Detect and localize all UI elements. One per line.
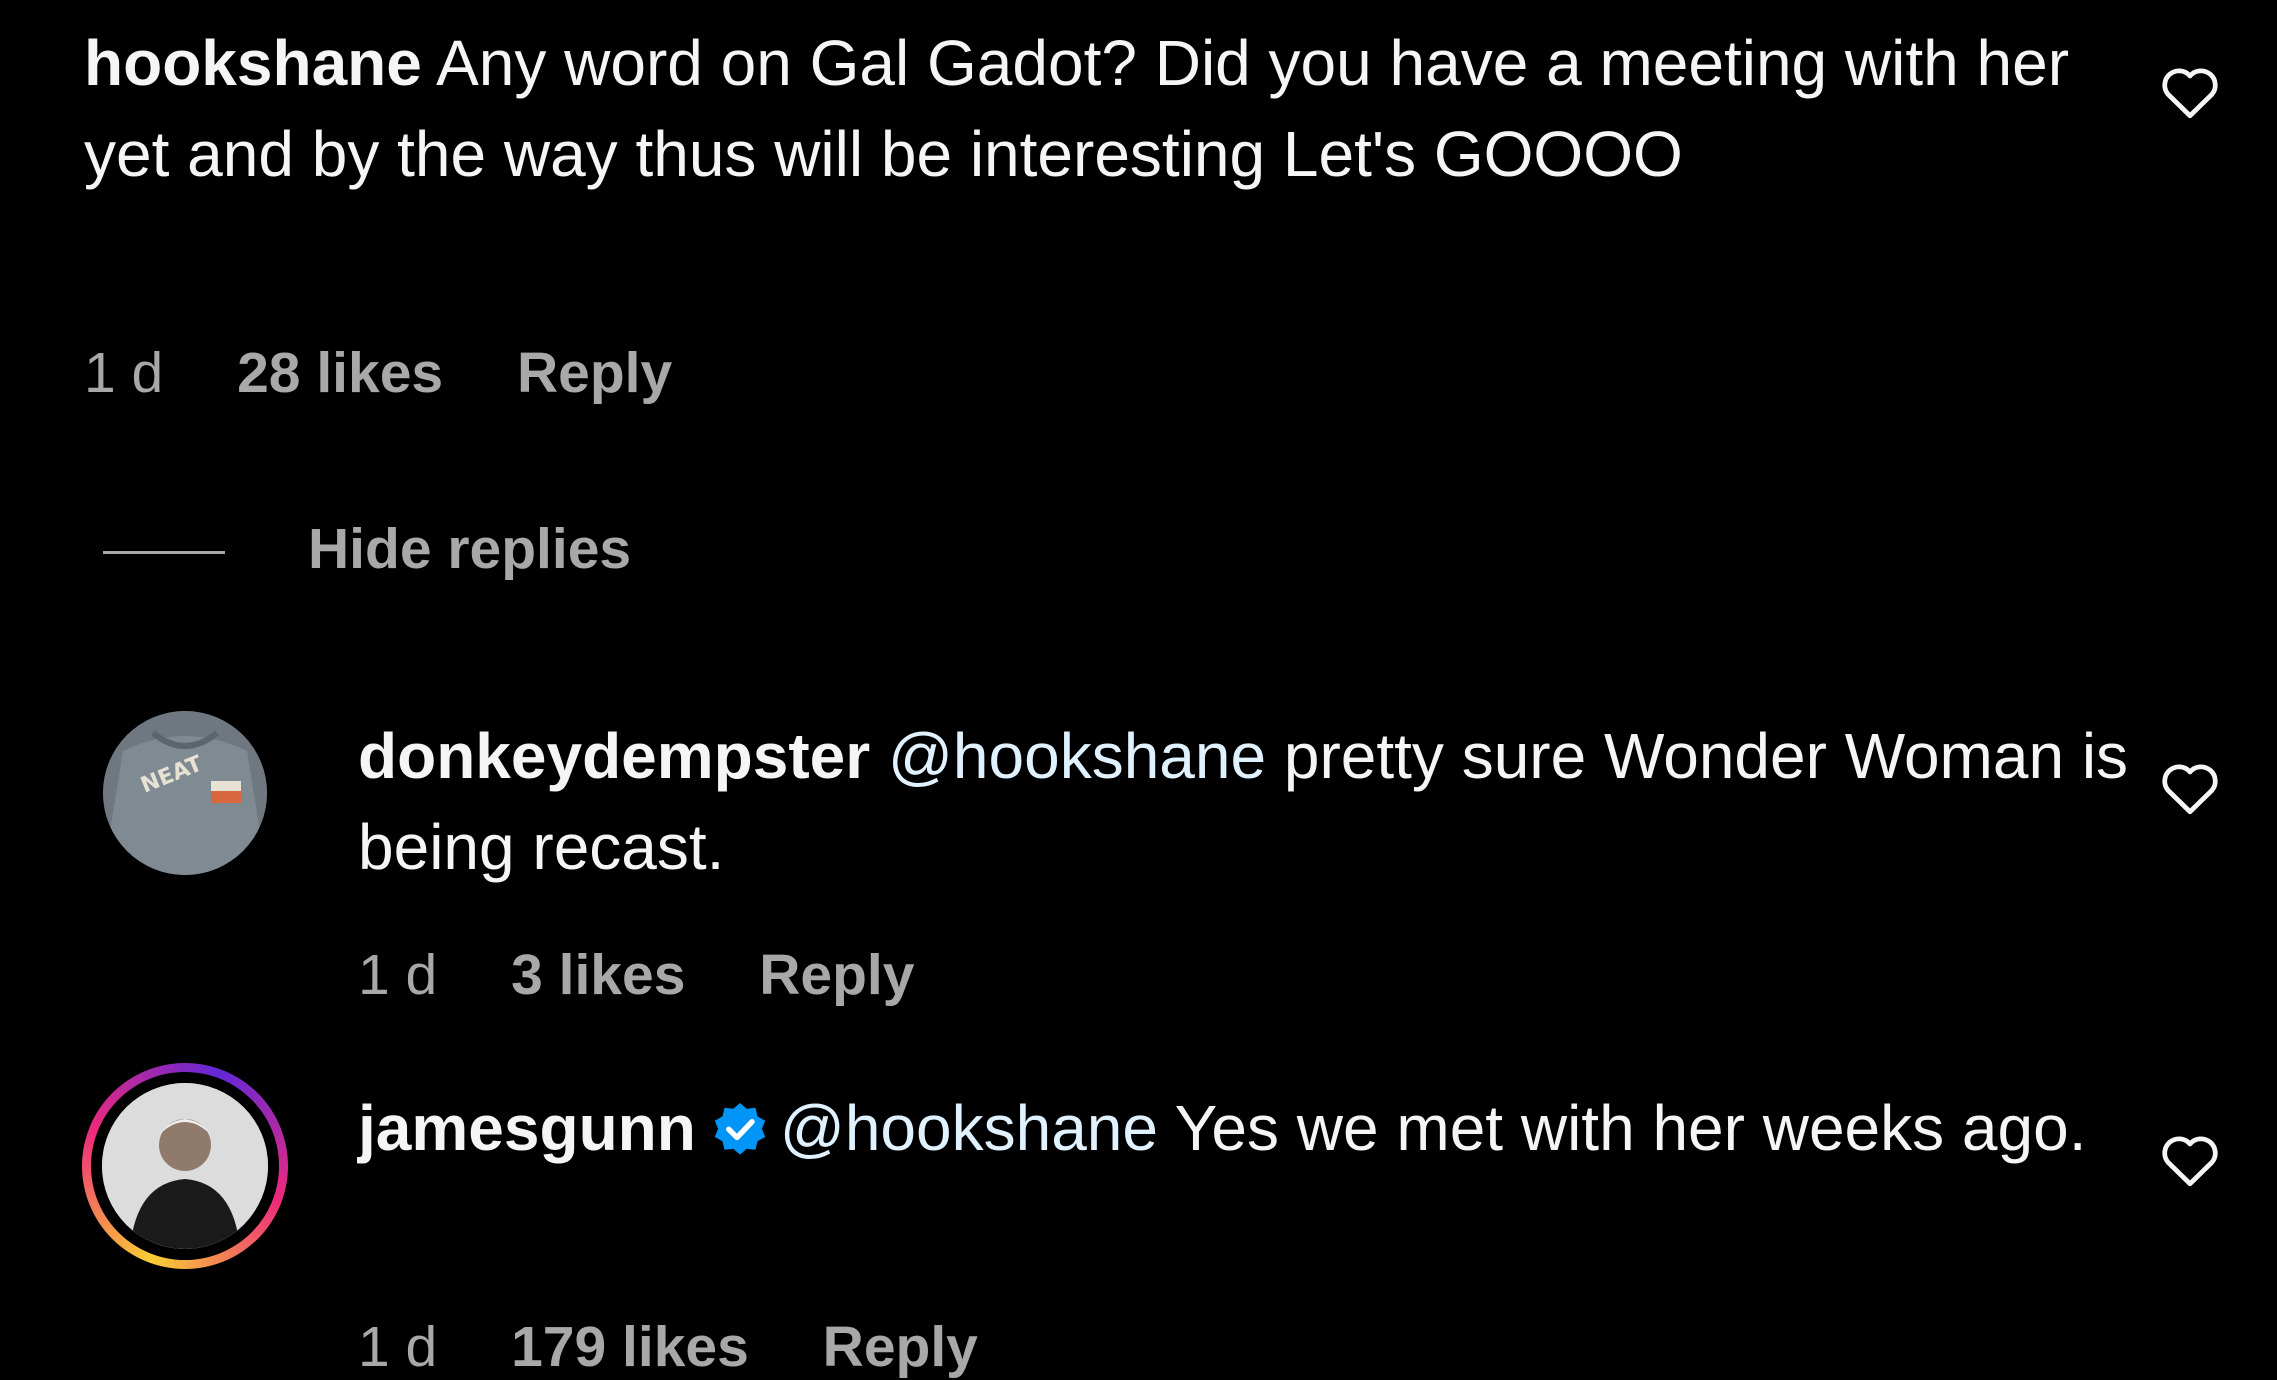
- heart-outline-icon[interactable]: [2160, 760, 2220, 816]
- reply-text: Yes we met with her weeks ago.: [1174, 1092, 2087, 1164]
- reply-username[interactable]: jamesgunn: [358, 1092, 696, 1164]
- comment-body: hookshane Any word on Gal Gadot? Did you…: [84, 18, 2084, 200]
- reply-jamesgunn: jamesgunn @hookshane Yes we met with her …: [358, 1083, 2158, 1174]
- comment-age: 1 d: [84, 341, 164, 405]
- comment-username[interactable]: hookshane: [84, 27, 422, 99]
- reply-likes[interactable]: 3 likes: [511, 943, 685, 1007]
- avatar-story-ring[interactable]: [82, 1063, 288, 1269]
- reply-body: jamesgunn @hookshane Yes we met with her …: [358, 1083, 2158, 1174]
- comment-reply-button[interactable]: Reply: [517, 341, 672, 405]
- verified-badge-icon: [710, 1100, 770, 1160]
- comment-hookshane: hookshane Any word on Gal Gadot? Did you…: [84, 18, 2084, 200]
- heart-outline-icon[interactable]: [2160, 64, 2220, 120]
- reply-donkeydempster: donkeydempster @hookshane pretty sure Wo…: [358, 711, 2158, 893]
- avatar-photo-icon: [102, 1083, 268, 1249]
- reply-body: donkeydempster @hookshane pretty sure Wo…: [358, 711, 2158, 893]
- reply-meta: 1 d 179 likes Reply: [358, 1314, 1036, 1380]
- reply-reply-button[interactable]: Reply: [759, 943, 914, 1007]
- heart-outline-icon[interactable]: [2160, 1132, 2220, 1188]
- avatar: [102, 1083, 268, 1249]
- reply-meta: 1 d 3 likes Reply: [358, 942, 972, 1008]
- reply-likes[interactable]: 179 likes: [511, 1315, 749, 1379]
- replies-divider: [103, 551, 225, 554]
- hide-replies-button[interactable]: Hide replies: [308, 516, 631, 582]
- avatar-shirt-icon: NEAT: [103, 711, 267, 875]
- reply-username[interactable]: donkeydempster: [358, 720, 870, 792]
- reply-mention[interactable]: @hookshane: [780, 1092, 1158, 1164]
- comment-likes[interactable]: 28 likes: [237, 341, 443, 405]
- comment-meta: 1 d 28 likes Reply: [84, 340, 730, 406]
- reply-age: 1 d: [358, 1315, 438, 1379]
- reply-age: 1 d: [358, 943, 438, 1007]
- reply-reply-button[interactable]: Reply: [823, 1315, 978, 1379]
- reply-mention[interactable]: @hookshane: [888, 720, 1266, 792]
- avatar[interactable]: NEAT: [103, 711, 267, 875]
